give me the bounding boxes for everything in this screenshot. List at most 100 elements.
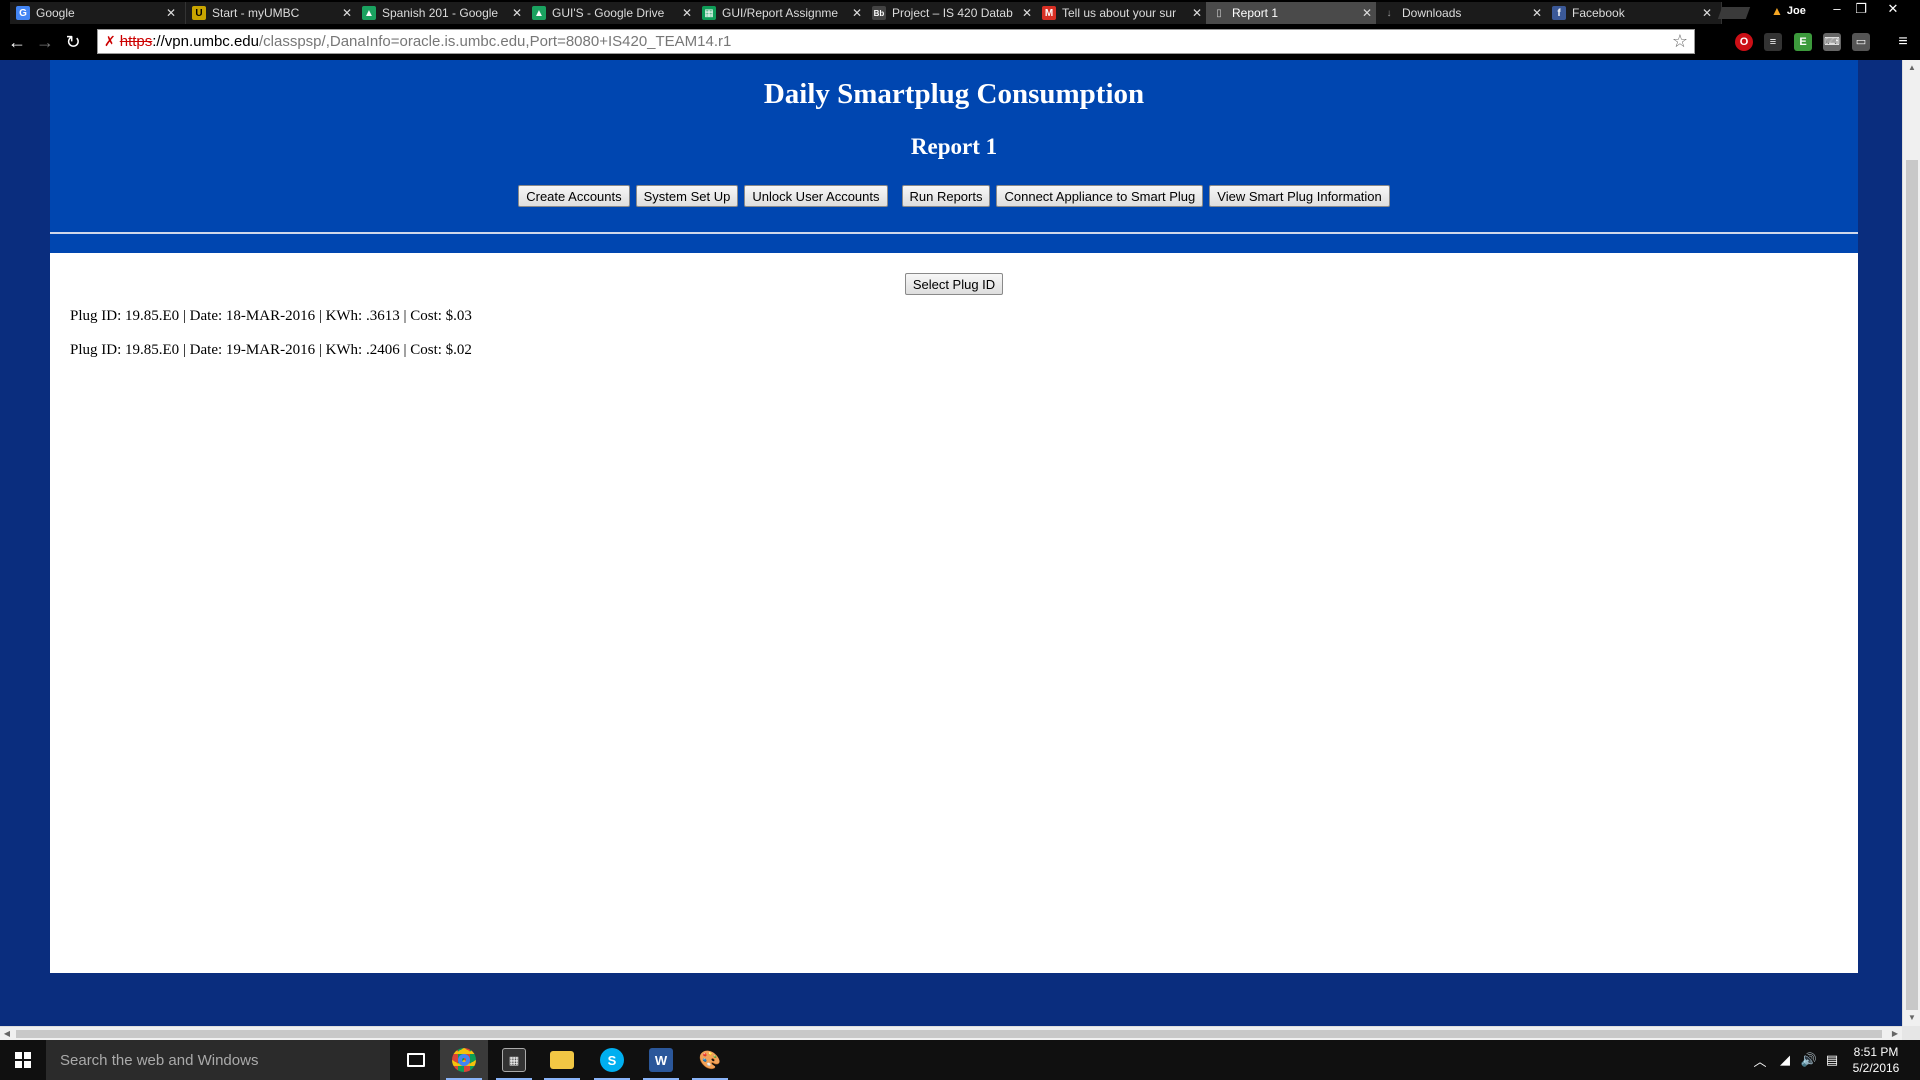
close-icon[interactable]: ✕ — [1021, 6, 1033, 20]
close-icon[interactable]: ✕ — [341, 6, 353, 20]
tab-survey[interactable]: M Tell us about your sur ✕ — [1036, 2, 1212, 24]
network-icon[interactable]: ◢ — [1774, 1040, 1796, 1080]
calculator-icon: ▦ — [502, 1048, 526, 1072]
tab-myumbc[interactable]: U Start - myUMBC ✕ — [186, 2, 362, 24]
tab-project-is420[interactable]: Bb Project – IS 420 Datab ✕ — [866, 2, 1042, 24]
taskbar-word[interactable]: W — [637, 1040, 685, 1080]
tab-guis-drive[interactable]: ▲ GUI'S - Google Drive ✕ — [526, 2, 702, 24]
close-icon[interactable]: ✕ — [1701, 6, 1713, 20]
forward-arrow-icon[interactable]: → — [34, 32, 56, 52]
volume-icon[interactable]: 🔊 — [1798, 1040, 1820, 1080]
tab-downloads[interactable]: ↓ Downloads ✕ — [1376, 2, 1552, 24]
google-sheets-icon: ▦ — [702, 6, 716, 20]
chrome-icon — [452, 1048, 476, 1072]
divider — [50, 232, 1858, 234]
close-icon[interactable]: ✕ — [511, 6, 523, 20]
close-icon[interactable]: ✕ — [1191, 6, 1203, 20]
clock-date: 5/2/2016 — [1852, 1061, 1900, 1075]
report-record: Plug ID: 19.85.E0 | Date: 18-MAR-2016 | … — [70, 308, 472, 324]
report-content: Select Plug ID Plug ID: 19.85.E0 | Date:… — [50, 253, 1858, 973]
menu-icon[interactable]: ≡ — [1894, 33, 1912, 51]
tab-title: Google — [36, 6, 75, 20]
download-icon: ↓ — [1386, 7, 1392, 19]
action-center-icon[interactable]: ▤ — [1822, 1040, 1842, 1080]
windows-taskbar: Search the web and Windows ▦ S W 🎨 ︿ ◢ 🔊… — [0, 1040, 1920, 1080]
connect-appliance-button[interactable]: Connect Appliance to Smart Plug — [996, 185, 1204, 207]
taskbar-paint[interactable]: 🎨 — [686, 1040, 734, 1080]
opera-extension-icon[interactable]: O — [1735, 33, 1753, 51]
page-icon: ▯ — [1216, 7, 1222, 19]
url-path: /classpsp/,DanaInfo=oracle.is.umbc.edu,P… — [259, 33, 732, 50]
cast-extension-icon[interactable]: ▭ — [1852, 33, 1870, 51]
close-icon[interactable]: ✕ — [165, 6, 177, 20]
close-icon[interactable]: ✕ — [851, 6, 863, 20]
tab-google[interactable]: G Google ✕ — [10, 2, 186, 24]
close-icon[interactable]: ✕ — [1361, 6, 1373, 20]
task-view-button[interactable] — [392, 1040, 440, 1080]
run-reports-button[interactable]: Run Reports — [901, 185, 991, 207]
close-icon[interactable]: ✕ — [1531, 6, 1543, 20]
create-accounts-button[interactable]: Create Accounts — [518, 185, 630, 207]
taskbar-clock[interactable]: 8:51 PM 5/2/2016 — [1840, 1044, 1912, 1076]
horizontal-scroll-thumb[interactable] — [16, 1030, 1882, 1038]
tab-title: Facebook — [1572, 6, 1625, 20]
taskbar-chrome[interactable] — [440, 1040, 488, 1080]
unlock-user-accounts-button[interactable]: Unlock User Accounts — [744, 185, 888, 207]
url-scheme: https — [119, 33, 153, 50]
google-drive-icon: ▲ — [362, 6, 376, 20]
browser-toolbar: ← → ↻ ✗ https ://vpn.umbc.edu /classpsp/… — [0, 24, 1920, 60]
tab-title: Report 1 — [1232, 6, 1279, 20]
restore-icon[interactable]: ❐ — [1848, 0, 1874, 22]
page-viewport: Daily Smartplug Consumption Report 1 Cre… — [0, 60, 1902, 1026]
scroll-left-icon[interactable]: ◀ — [0, 1027, 14, 1041]
start-button[interactable] — [0, 1040, 46, 1080]
paint-icon: 🎨 — [698, 1049, 722, 1070]
scroll-down-icon[interactable]: ▼ — [1903, 1010, 1920, 1026]
vertical-scrollbar[interactable]: ▲ ▼ — [1902, 60, 1920, 1026]
close-icon[interactable]: ✕ — [681, 6, 693, 20]
taskbar-search[interactable]: Search the web and Windows — [46, 1040, 390, 1080]
task-view-icon — [407, 1053, 425, 1067]
page-subtitle: Report 1 — [910, 134, 998, 159]
tab-title: Spanish 201 - Google — [382, 6, 499, 20]
taskbar-calculator[interactable]: ▦ — [490, 1040, 538, 1080]
url-host: ://vpn.umbc.edu — [152, 33, 259, 50]
tab-title: Downloads — [1402, 6, 1462, 20]
back-arrow-icon[interactable]: ← — [6, 32, 28, 52]
view-smart-plug-info-button[interactable]: View Smart Plug Information — [1209, 185, 1390, 207]
tab-title: GUI/Report Assignme — [722, 6, 839, 20]
profile-name: Joe — [1786, 5, 1806, 17]
skype-icon: S — [600, 1048, 624, 1072]
tab-report-1[interactable]: ▯ Report 1 ✕ — [1206, 2, 1382, 24]
google-drive-icon: ▲ — [532, 6, 546, 20]
bookmark-star-icon[interactable]: ☆ — [1672, 31, 1688, 52]
profile-badge[interactable]: ▲ Joe — [1771, 2, 1806, 20]
report-record: Plug ID: 19.85.E0 | Date: 19-MAR-2016 | … — [70, 342, 472, 358]
window-close-icon[interactable]: ✕ — [1880, 0, 1906, 22]
vertical-scroll-thumb[interactable] — [1906, 160, 1918, 1010]
admin-nav: Create Accounts System Set Up Unlock Use… — [50, 185, 1858, 207]
taskbar-file-explorer[interactable] — [538, 1040, 586, 1080]
tab-facebook[interactable]: f Facebook ✕ — [1546, 2, 1722, 24]
taskbar-skype[interactable]: S — [588, 1040, 636, 1080]
horizontal-scrollbar[interactable]: ◀ ▶ — [0, 1026, 1902, 1040]
select-plug-id-button[interactable]: Select Plug ID — [904, 273, 1004, 295]
scroll-right-icon[interactable]: ▶ — [1888, 1027, 1902, 1041]
clock-time: 8:51 PM — [1853, 1045, 1899, 1059]
system-setup-button[interactable]: System Set Up — [635, 185, 739, 207]
evernote-extension-icon[interactable]: E — [1794, 33, 1812, 51]
new-tab-button[interactable] — [1717, 7, 1751, 19]
search-placeholder: Search the web and Windows — [60, 1051, 259, 1069]
tab-title: Tell us about your sur — [1062, 6, 1177, 20]
show-hidden-icons-icon[interactable]: ︿ — [1750, 1040, 1770, 1080]
tab-spanish-201[interactable]: ▲ Spanish 201 - Google ✕ — [356, 2, 532, 24]
facebook-icon: f — [1552, 6, 1566, 20]
scroll-up-icon[interactable]: ▲ — [1903, 60, 1920, 76]
minimize-icon[interactable]: – — [1824, 0, 1850, 22]
address-bar[interactable]: ✗ https ://vpn.umbc.edu /classpsp/,DanaI… — [97, 29, 1695, 54]
scrollbar-corner — [1902, 1026, 1920, 1040]
keyboard-extension-icon[interactable]: ⌨ — [1823, 33, 1841, 51]
reload-icon[interactable]: ↻ — [62, 32, 84, 52]
tab-gui-report-assignment[interactable]: ▦ GUI/Report Assignme ✕ — [696, 2, 872, 24]
extension-icon[interactable]: ≡ — [1764, 33, 1782, 51]
